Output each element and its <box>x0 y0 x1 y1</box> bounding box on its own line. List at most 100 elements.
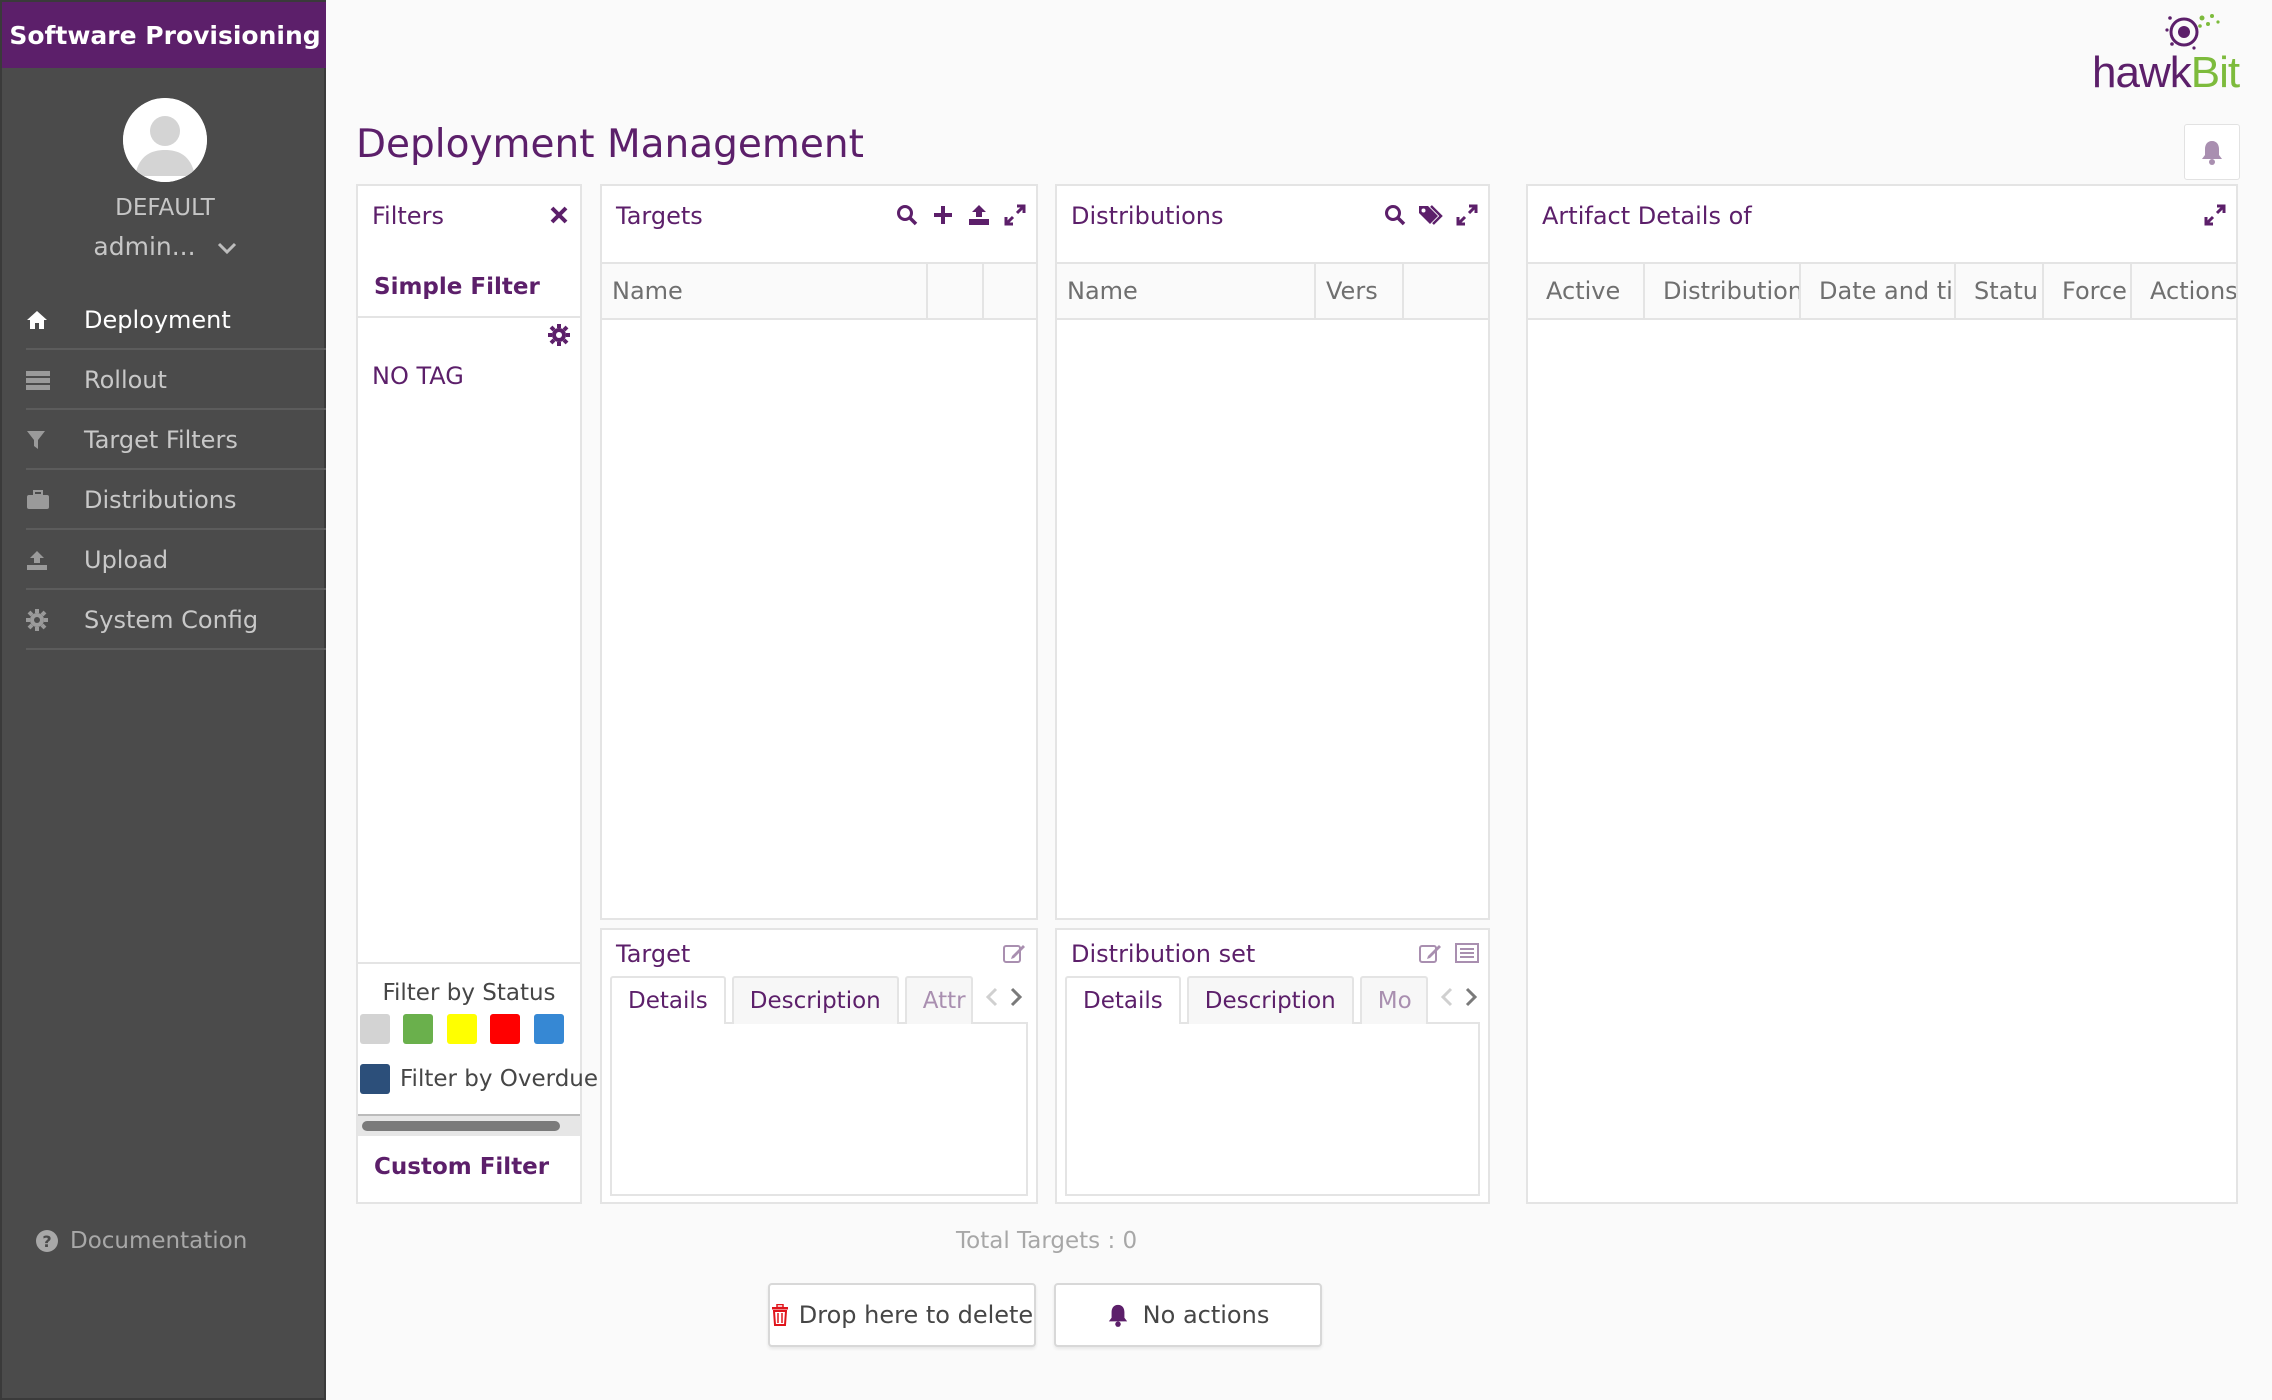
sidebar-item-rollout[interactable]: Rollout <box>26 352 326 410</box>
delete-label: Drop here to delete <box>798 1301 1034 1329</box>
scrollbar-thumb[interactable] <box>362 1121 560 1131</box>
user-name: admin... <box>93 232 196 261</box>
chevron-right-icon[interactable] <box>1464 985 1478 1013</box>
user-avatar-icon <box>123 98 207 182</box>
tab-description[interactable]: Description <box>1186 976 1354 1024</box>
column-header-active[interactable]: Active <box>1528 264 1645 318</box>
search-button[interactable] <box>894 202 920 228</box>
column-header-name[interactable]: Name <box>1057 264 1316 318</box>
filter-icon <box>26 430 62 450</box>
filters-title: Filters <box>372 202 444 230</box>
column-header[interactable] <box>984 264 1036 318</box>
tab-modules[interactable]: Mo <box>1359 976 1428 1024</box>
chevron-left-icon[interactable] <box>1440 985 1454 1013</box>
help-icon: ? <box>36 1230 58 1252</box>
bell-icon <box>1107 1303 1129 1327</box>
column-header-status[interactable]: Statu <box>1956 264 2044 318</box>
gear-icon <box>26 609 62 631</box>
home-icon <box>26 310 62 330</box>
sidebar-item-distributions[interactable]: Distributions <box>26 472 326 530</box>
maximize-button[interactable] <box>1002 202 1028 228</box>
sidebar-item-target-filters[interactable]: Target Filters <box>26 412 326 470</box>
status-registered-swatch[interactable] <box>534 1014 564 1044</box>
add-target-button[interactable] <box>930 202 956 228</box>
status-pending-swatch[interactable] <box>447 1014 477 1044</box>
user-menu[interactable]: admin... <box>2 232 328 261</box>
pending-actions-button[interactable]: No actions <box>1054 1283 1322 1347</box>
tab-details[interactable]: Details <box>610 976 726 1024</box>
documentation-label: Documentation <box>70 1228 248 1254</box>
app-title: Software Provisioning <box>2 2 328 68</box>
list-icon <box>1455 943 1479 963</box>
hawkbit-logo: hawkBit <box>2092 10 2262 97</box>
avatar[interactable] <box>123 98 207 182</box>
page-title: Deployment Management <box>356 122 864 167</box>
action-history-table-header: Active Distribution: Date and tir Statu … <box>1528 262 2236 320</box>
expand-icon <box>1004 204 1026 226</box>
chevron-right-icon[interactable] <box>1009 985 1023 1013</box>
edit-distribution-button[interactable] <box>1418 940 1444 966</box>
tab-description[interactable]: Description <box>731 976 899 1024</box>
artifact-details-title: Artifact Details of <box>1542 202 1752 230</box>
sidebar-item-label: Upload <box>84 546 169 574</box>
column-header-actions[interactable]: Actions <box>2132 264 2236 318</box>
tab-attributes[interactable]: Attr <box>904 976 973 1024</box>
column-header-version[interactable]: Vers <box>1316 264 1404 318</box>
simple-filter-tab[interactable]: Simple Filter <box>374 274 540 300</box>
notifications-button[interactable] <box>2184 124 2240 180</box>
maximize-button[interactable] <box>1454 202 1480 228</box>
bell-icon <box>2202 141 2222 165</box>
column-header-name[interactable]: Name <box>602 264 928 318</box>
artifact-details-panel: Artifact Details of Active Distribution:… <box>1526 184 2238 1204</box>
documentation-link[interactable]: ? Documentation <box>36 1228 247 1254</box>
tab-details[interactable]: Details <box>1065 976 1181 1024</box>
column-header[interactable] <box>928 264 984 318</box>
filter-by-overdue[interactable]: Filter by Overdue <box>360 1064 598 1094</box>
manage-metadata-button[interactable] <box>1454 940 1480 966</box>
sidebar-item-system-config[interactable]: System Config <box>26 592 326 650</box>
overdue-swatch <box>360 1064 390 1094</box>
column-header-distribution[interactable]: Distribution: <box>1645 264 1801 318</box>
filter-by-overdue-label: Filter by Overdue <box>400 1066 599 1092</box>
custom-filter-tab[interactable]: Custom Filter <box>374 1154 549 1180</box>
status-filter-area: Filter by Status Filter by Overdue Custo… <box>358 962 598 1202</box>
column-header[interactable] <box>1404 264 1488 318</box>
distributions-panel: Distributions Name Vers <box>1055 184 1490 920</box>
target-details-title: Target <box>616 940 691 968</box>
status-in-sync-swatch[interactable] <box>403 1014 433 1044</box>
sidebar-item-upload[interactable]: Upload <box>26 532 326 590</box>
filter-by-status-label: Filter by Status <box>382 980 556 1006</box>
sidebar-item-label: System Config <box>84 606 259 634</box>
edit-icon <box>1003 945 1025 963</box>
column-header-date[interactable]: Date and tir <box>1801 264 1956 318</box>
tags-button[interactable] <box>1418 202 1444 228</box>
column-header-force[interactable]: Force <box>2044 264 2132 318</box>
maximize-button[interactable] <box>2202 202 2228 228</box>
close-filters-button[interactable] <box>546 202 572 228</box>
distribution-set-details-panel: Distribution set Details Description Mo <box>1055 928 1490 1204</box>
status-unknown-swatch[interactable] <box>360 1014 390 1044</box>
horizontal-scrollbar[interactable] <box>358 1114 580 1136</box>
edit-target-button[interactable] <box>1002 940 1028 966</box>
chevron-down-icon <box>210 236 237 261</box>
close-icon <box>550 206 568 224</box>
status-error-swatch[interactable] <box>490 1014 520 1044</box>
delete-drop-zone-button[interactable]: Drop here to delete <box>768 1283 1036 1347</box>
expand-icon <box>2204 204 2226 226</box>
sidebar: Software Provisioning DEFAULT admin... D… <box>0 0 328 1400</box>
gear-icon <box>548 324 570 346</box>
sidebar-item-deployment[interactable]: Deployment <box>26 292 326 350</box>
expand-icon <box>1456 204 1478 226</box>
search-button[interactable] <box>1382 202 1408 228</box>
tag-settings-button[interactable] <box>546 322 572 348</box>
chevron-left-icon[interactable] <box>985 985 999 1013</box>
no-tag-filter[interactable]: NO TAG <box>372 362 464 390</box>
upload-icon <box>969 205 989 225</box>
sidebar-item-label: Distributions <box>84 486 237 514</box>
search-icon <box>1385 205 1406 226</box>
actions-label: No actions <box>1142 1301 1270 1329</box>
target-details-tabs: Details Description Attr <box>610 976 1028 1024</box>
bulk-upload-button[interactable] <box>966 202 992 228</box>
edit-icon <box>1419 945 1441 963</box>
total-targets-count: Total Targets : 0 <box>956 1228 1138 1254</box>
